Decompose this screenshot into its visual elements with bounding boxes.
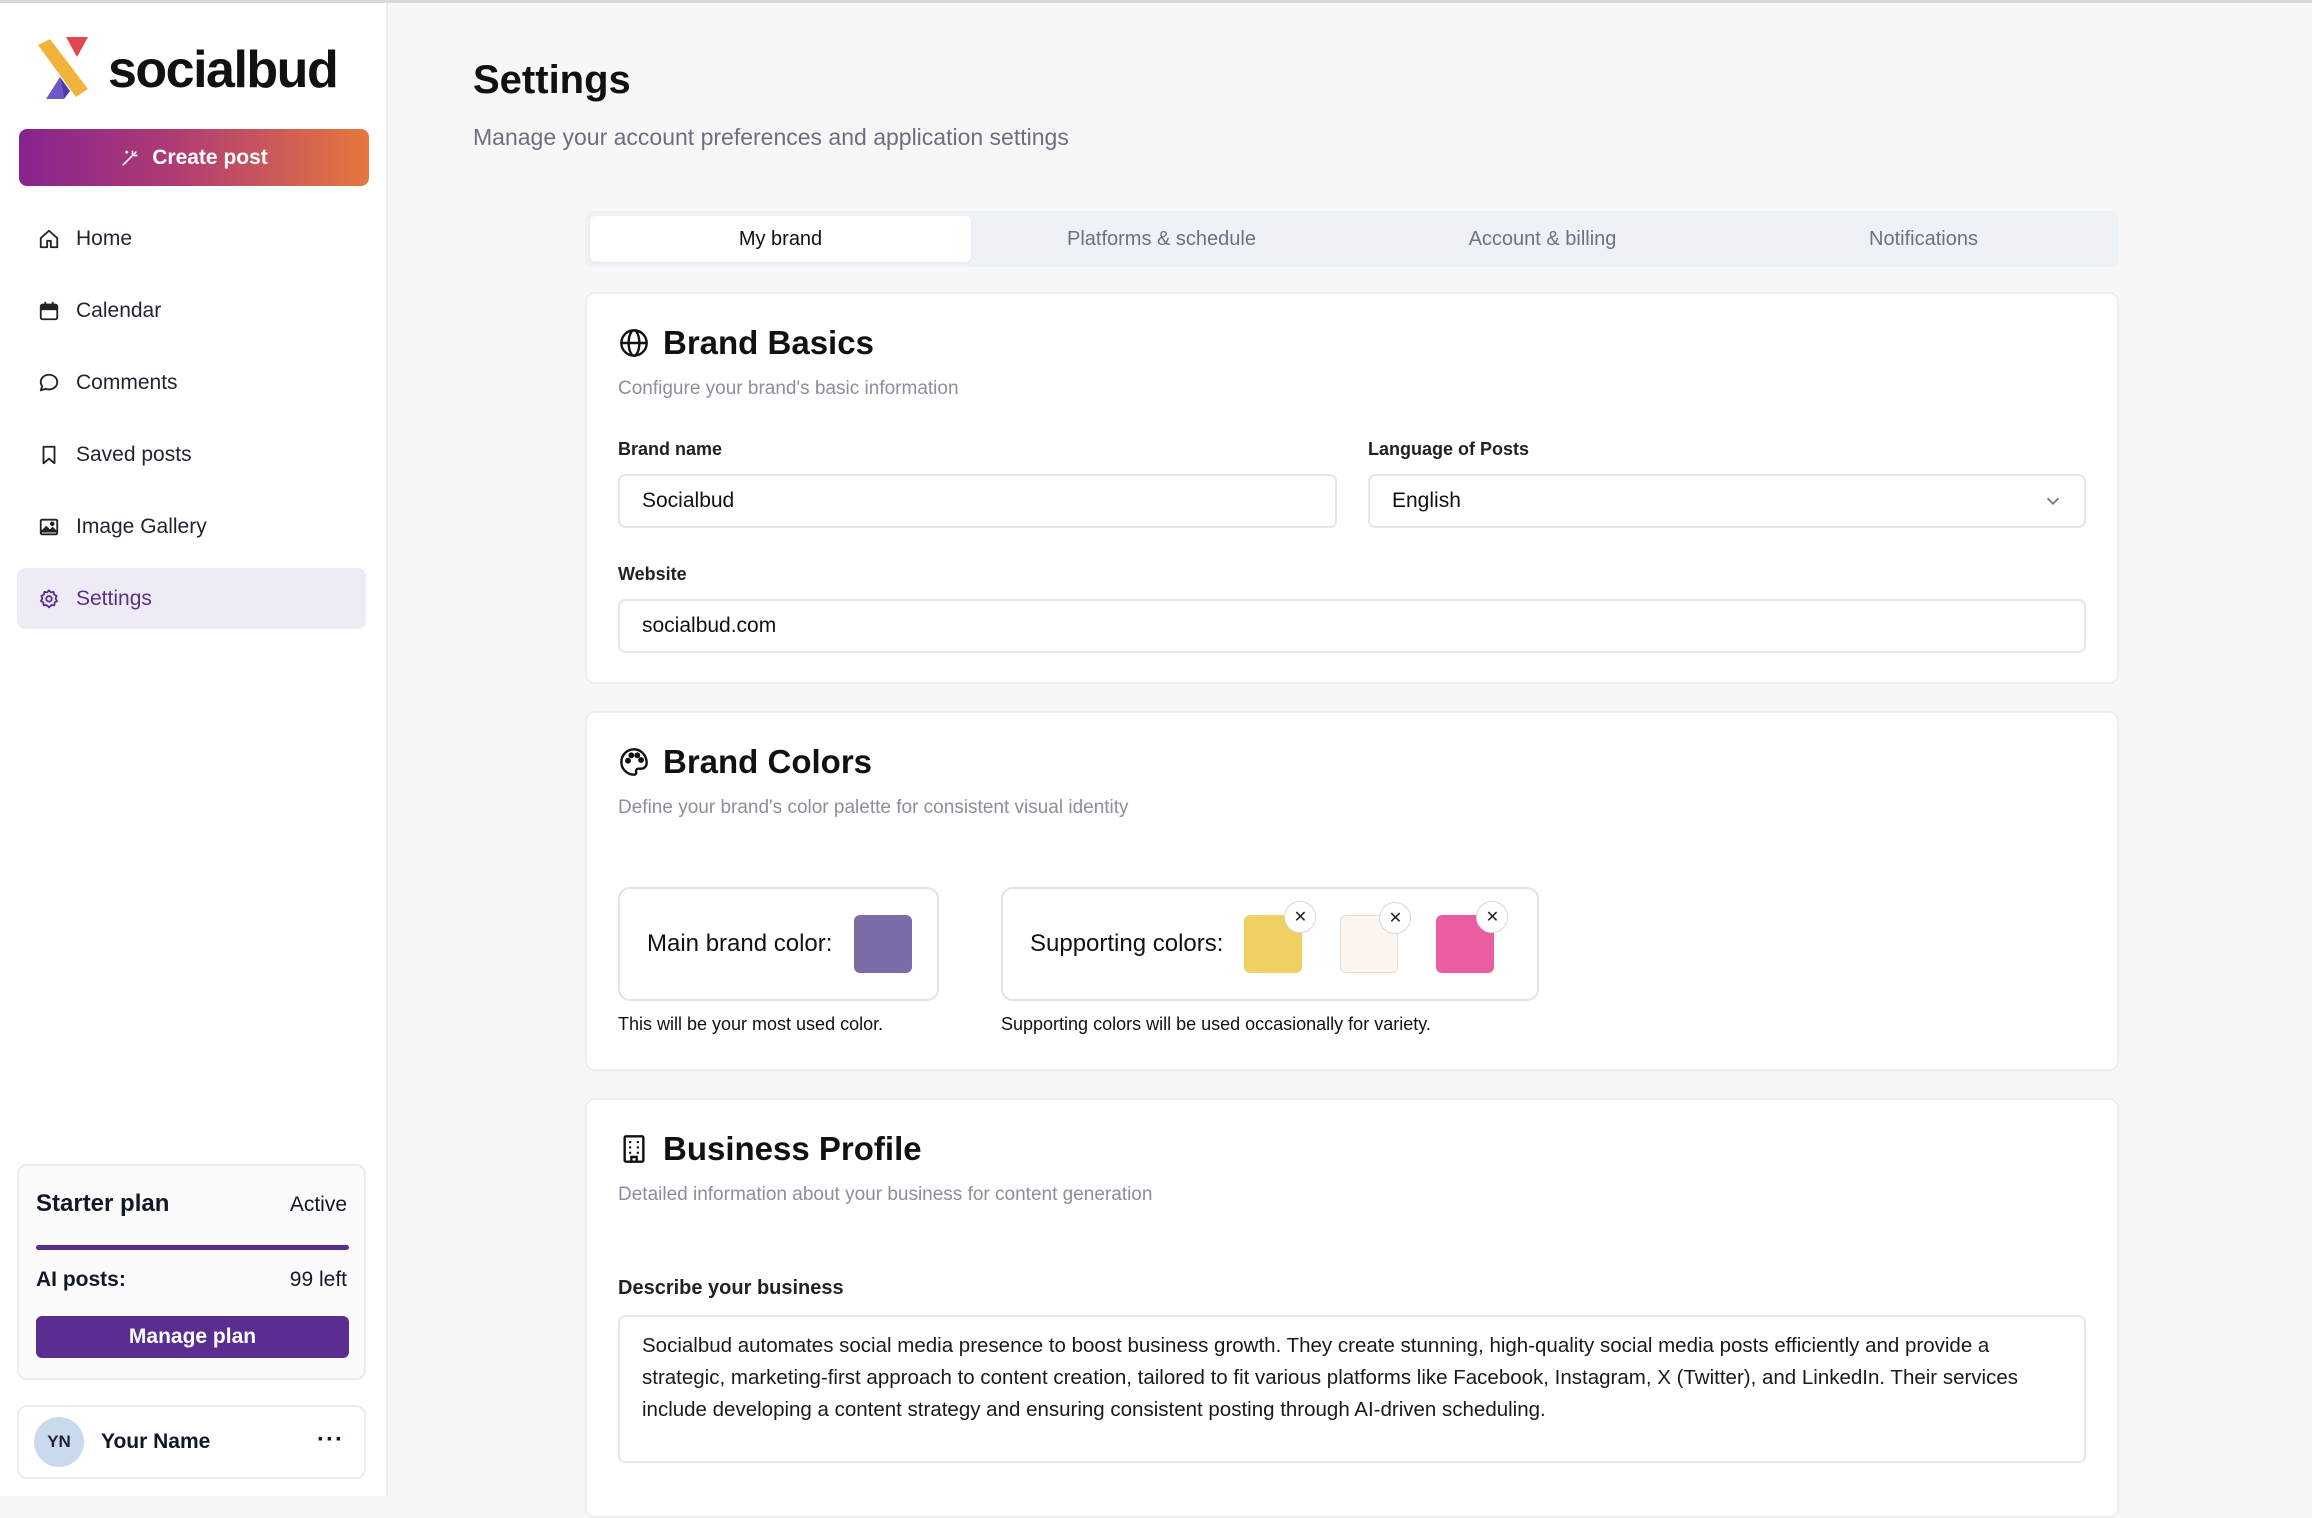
sidebar-item-comments[interactable]: Comments (17, 352, 366, 413)
brand-basics-subtitle: Configure your brand's basic information (618, 378, 959, 399)
main-brand-color-box: Main brand color: (618, 887, 939, 1001)
brand-name-input[interactable]: Socialbud (618, 474, 1337, 528)
brand-basics-header: Brand Basics (618, 324, 874, 362)
sidebar: socialbud Create post Home Calendar Comm… (0, 3, 388, 1496)
supporting-color-swatch[interactable]: ✕ (1340, 902, 1412, 973)
supporting-colors-box: Supporting colors: ✕ ✕ ✕ (1001, 887, 1539, 1001)
plan-usage-bar (36, 1245, 349, 1250)
home-icon (39, 229, 59, 248)
sidebar-item-settings[interactable]: Settings (17, 568, 366, 629)
business-profile-title: Business Profile (663, 1130, 922, 1167)
language-value: English (1392, 489, 1461, 512)
describe-business-label: Describe your business (618, 1277, 844, 1299)
website-label: Website (618, 564, 687, 584)
app-logo[interactable]: socialbud (36, 37, 339, 103)
create-post-label: Create post (152, 145, 268, 169)
chat-bubble-icon (39, 373, 59, 391)
business-profile-card: Business Profile Detailed information ab… (585, 1098, 2119, 1518)
main-brand-color-label: Main brand color: (647, 930, 833, 957)
sidebar-item-label: Image Gallery (76, 514, 207, 538)
brand-colors-card: Brand Colors Define your brand's color p… (585, 711, 2119, 1071)
remove-color-icon[interactable]: ✕ (1284, 901, 1317, 933)
building-icon (623, 1135, 645, 1163)
bookmark-icon (42, 445, 56, 464)
website-input[interactable]: socialbud.com (618, 599, 2086, 653)
brand-basics-card: Brand Basics Configure your brand's basi… (585, 292, 2119, 684)
app-name: socialbud (108, 41, 339, 99)
more-options-icon[interactable]: ··· (317, 1426, 344, 1454)
supporting-colors-label: Supporting colors: (1030, 930, 1224, 957)
socialbud-logo-icon (38, 37, 88, 99)
palette-icon (620, 748, 648, 776)
sidebar-item-image-gallery[interactable]: Image Gallery (17, 496, 366, 557)
plan-status: Active (289, 1193, 347, 1216)
tab-notifications[interactable]: Notifications (1733, 216, 2114, 262)
main-color-hint: This will be your most used color. (618, 1014, 884, 1034)
calendar-icon (39, 301, 59, 320)
language-select[interactable]: English (1368, 474, 2086, 528)
main-brand-color-swatch[interactable] (854, 915, 913, 973)
brand-colors-title: Brand Colors (663, 743, 873, 780)
tab-account-billing[interactable]: Account & billing (1352, 216, 1733, 262)
page-subtitle: Manage your account preferences and appl… (473, 124, 1069, 150)
user-name: Your Name (101, 1430, 211, 1453)
brand-basics-title: Brand Basics (663, 324, 874, 361)
business-profile-header: Business Profile (618, 1130, 922, 1168)
sidebar-item-calendar[interactable]: Calendar (17, 280, 366, 341)
remove-color-icon[interactable]: ✕ (1476, 901, 1509, 933)
brand-name-label: Brand name (618, 439, 723, 459)
sidebar-item-home[interactable]: Home (17, 208, 366, 269)
sidebar-item-saved-posts[interactable]: Saved posts (17, 424, 366, 485)
gear-icon (40, 588, 58, 608)
business-profile-subtitle: Detailed information about your business… (618, 1184, 1153, 1205)
brand-colors-header: Brand Colors (618, 743, 872, 781)
sidebar-item-label: Settings (76, 586, 152, 610)
avatar: YN (34, 1417, 84, 1467)
tab-my-brand[interactable]: My brand (590, 216, 971, 262)
magic-wand-icon (122, 150, 138, 165)
create-post-button[interactable]: Create post (19, 129, 369, 186)
sidebar-item-label: Calendar (76, 298, 162, 322)
supporting-colors-hint: Supporting colors will be used occasiona… (1001, 1014, 1431, 1034)
plan-usage-fill (36, 1245, 349, 1250)
describe-business-textarea[interactable]: Socialbud automates social media presenc… (618, 1315, 2086, 1463)
chevron-down-icon (2046, 497, 2060, 506)
sidebar-item-label: Home (76, 226, 133, 250)
sidebar-item-label: Saved posts (76, 442, 192, 466)
supporting-color-swatch[interactable]: ✕ (1244, 901, 1317, 973)
plan-card: Starter plan Active AI posts: 99 left Ma… (17, 1164, 366, 1380)
sidebar-nav: Home Calendar Comments Saved posts Image… (17, 208, 366, 640)
brand-colors-subtitle: Define your brand's color palette for co… (618, 797, 1129, 818)
ai-posts-label: AI posts: (36, 1268, 126, 1291)
supporting-color-swatch[interactable]: ✕ (1436, 901, 1509, 973)
user-menu[interactable]: YN Your Name ··· (17, 1405, 366, 1479)
settings-tabs: My brand Platforms & schedule Account & … (585, 211, 2119, 267)
image-icon (39, 518, 59, 535)
tab-platforms-schedule[interactable]: Platforms & schedule (971, 216, 1352, 262)
remove-color-icon[interactable]: ✕ (1379, 902, 1412, 934)
sidebar-item-label: Comments (76, 370, 178, 394)
globe-icon (620, 329, 648, 357)
language-label: Language of Posts (1368, 439, 1530, 459)
plan-name: Starter plan (36, 1190, 170, 1217)
manage-plan-button[interactable]: Manage plan (36, 1316, 349, 1358)
ai-posts-remaining: 99 left (289, 1268, 347, 1291)
page-title: Settings (473, 58, 631, 102)
